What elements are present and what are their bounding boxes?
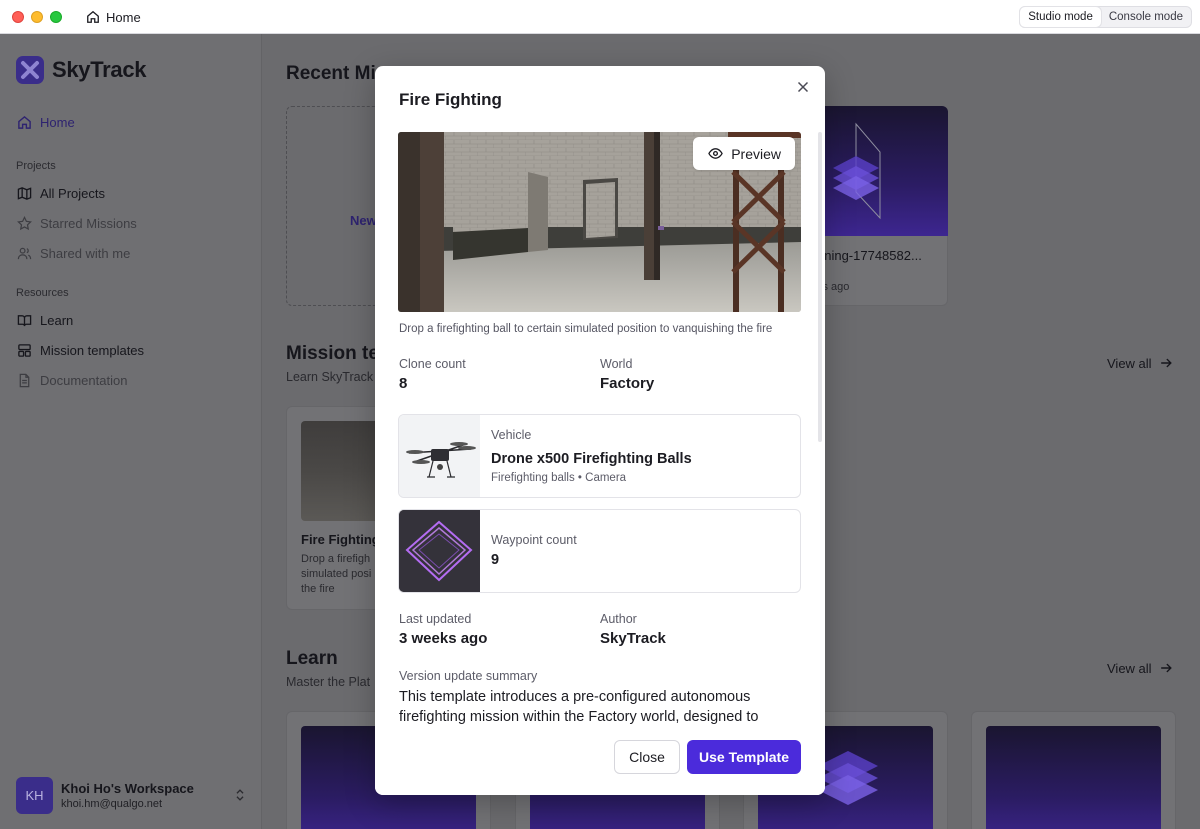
vehicle-meta: Firefighting balls • Camera xyxy=(491,472,627,484)
workspace-info: Khoi Ho's Workspace khoi.hm@qualgo.net xyxy=(61,781,194,810)
world-label: World xyxy=(600,357,633,371)
last-updated-label: Last updated xyxy=(399,612,472,626)
view-all-label: View all xyxy=(1107,660,1152,676)
template-icon xyxy=(16,342,32,358)
mode-switch: Studio mode Console mode xyxy=(1019,6,1192,28)
window-minimize-button[interactable] xyxy=(31,11,43,23)
author-label: Author xyxy=(600,612,637,626)
sidebar-item-documentation[interactable]: Documentation xyxy=(16,372,127,388)
view-all-label: View all xyxy=(1107,355,1152,371)
modal-body: Preview Drop a firefighting ball to cert… xyxy=(375,132,825,787)
sidebar-item-label: Starred Missions xyxy=(40,215,137,231)
chevron-up-down-icon xyxy=(232,787,248,803)
eye-icon xyxy=(707,146,723,162)
summary-text: This template introduces a pre-configure… xyxy=(399,689,759,725)
sidebar-item-label: Documentation xyxy=(40,372,128,388)
skytrack-logo-icon xyxy=(16,56,44,84)
clone-count-value: 8 xyxy=(399,375,408,392)
template-card-fire-fighting[interactable]: Fire Fighting Drop a firefigh simulated … xyxy=(286,406,387,610)
sidebar-section-resources: Resources xyxy=(16,287,69,299)
author-value: SkyTrack xyxy=(600,630,666,647)
learn-card-thumbnail xyxy=(986,726,1161,829)
close-icon xyxy=(795,79,811,95)
use-template-button[interactable]: Use Template xyxy=(687,740,801,774)
workspace-email: khoi.hm@qualgo.net xyxy=(61,797,163,810)
sidebar-item-all-projects[interactable]: All Projects xyxy=(16,185,105,201)
sidebar-item-label: Home xyxy=(40,114,75,130)
document-icon xyxy=(16,372,32,388)
summary-label: Version update summary xyxy=(399,669,538,683)
star-icon xyxy=(16,215,32,231)
home-icon xyxy=(16,114,32,130)
waypoint-card: Waypoint count 9 xyxy=(398,509,801,593)
sidebar-item-label: Learn xyxy=(40,312,74,328)
learn-subtitle: Master the Plat xyxy=(286,675,371,689)
brand-name: SkyTrack xyxy=(52,57,147,82)
recent-mission-thumbnail xyxy=(808,106,948,236)
template-card-desc-line: the fire xyxy=(301,583,335,595)
sidebar-item-mission-templates[interactable]: Mission templates xyxy=(16,342,144,358)
sidebar-item-label: All Projects xyxy=(40,185,106,201)
titlebar-home-label: Home xyxy=(106,9,141,25)
workspace-name: Khoi Ho's Workspace xyxy=(61,780,194,796)
window-zoom-button[interactable] xyxy=(50,11,62,23)
vehicle-thumbnail xyxy=(399,415,480,497)
map-icon xyxy=(16,185,32,201)
new-mission-label: New xyxy=(350,213,377,228)
preview-button[interactable]: Preview xyxy=(693,137,795,170)
sidebar-item-learn[interactable]: Learn xyxy=(16,312,73,328)
avatar: KH xyxy=(16,776,53,814)
sidebar-item-starred-missions[interactable]: Starred Missions xyxy=(16,215,137,231)
learn-card[interactable] xyxy=(971,711,1176,829)
template-card-desc-line: Drop a firefigh xyxy=(301,553,371,565)
last-updated-value: 3 weeks ago xyxy=(399,630,488,647)
workspace-switcher[interactable]: KH Khoi Ho's Workspace khoi.hm@qualgo.ne… xyxy=(16,775,254,815)
template-card-title: Fire Fighting xyxy=(301,532,380,547)
modal-footer: Close Use Template xyxy=(375,733,825,795)
preview-label: Preview xyxy=(731,145,781,162)
world-value: Factory xyxy=(600,375,655,392)
close-button[interactable]: Close xyxy=(614,740,680,774)
mission-templates-title: Mission te xyxy=(286,343,379,364)
vehicle-card: Vehicle Drone x500 Firefighting Balls Fi… xyxy=(398,414,801,498)
window-close-button[interactable] xyxy=(12,11,24,23)
template-description: Drop a firefighting ball to certain simu… xyxy=(399,323,773,335)
book-open-icon xyxy=(16,312,32,328)
sidebar-section-projects: Projects xyxy=(16,160,56,172)
waypoint-thumbnail xyxy=(399,510,480,592)
sidebar-item-label: Shared with me xyxy=(40,245,131,261)
arrow-right-icon xyxy=(1158,660,1174,676)
home-icon xyxy=(85,9,101,25)
mission-templates-subtitle: Learn SkyTrack xyxy=(286,370,374,384)
template-preview-image: Preview xyxy=(398,132,801,312)
arrow-right-icon xyxy=(1158,355,1174,371)
template-details-modal: Fire Fighting Preview Drop a firefightin… xyxy=(375,66,825,795)
sidebar-item-label: Mission templates xyxy=(40,342,145,358)
users-icon xyxy=(16,245,32,261)
modal-close-button[interactable] xyxy=(793,77,813,97)
console-mode-button[interactable]: Console mode xyxy=(1101,7,1191,27)
vehicle-label: Vehicle xyxy=(491,428,532,442)
window-titlebar: Home Studio mode Console mode xyxy=(0,0,1200,34)
recent-mission-name: nning-17748582... xyxy=(817,248,922,263)
templates-view-all-link[interactable]: View all xyxy=(1107,355,1174,371)
learn-title: Learn xyxy=(286,648,338,669)
sidebar-item-home[interactable]: Home xyxy=(16,114,75,130)
recent-missions-title: Recent Mi xyxy=(286,63,376,84)
sidebar-item-shared-with-me[interactable]: Shared with me xyxy=(16,245,130,261)
clone-count-label: Clone count xyxy=(399,357,466,371)
vehicle-name: Drone x500 Firefighting Balls xyxy=(491,451,692,467)
titlebar-home-tab[interactable]: Home xyxy=(85,9,141,25)
learn-view-all-link[interactable]: View all xyxy=(1107,660,1174,676)
waypoint-label: Waypoint count xyxy=(491,533,577,547)
sidebar: SkyTrack Home Projects All Projects Star… xyxy=(0,34,262,829)
brand: SkyTrack xyxy=(16,56,147,84)
recent-mission-card[interactable]: nning-17748582... ks ago xyxy=(808,106,948,306)
modal-title: Fire Fighting xyxy=(399,90,502,109)
waypoint-count: 9 xyxy=(491,552,500,568)
studio-mode-button[interactable]: Studio mode xyxy=(1020,7,1101,27)
template-card-desc-line: simulated posi xyxy=(301,568,372,580)
